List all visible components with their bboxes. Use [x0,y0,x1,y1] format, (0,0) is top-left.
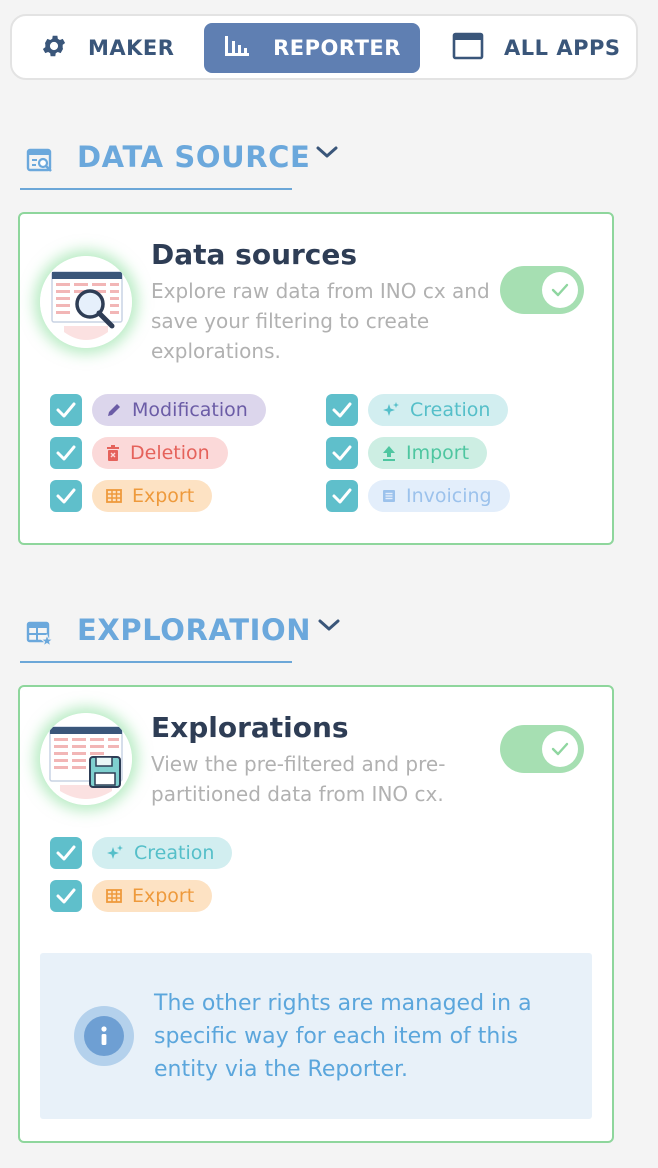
spreadsheet-save-illustration [40,713,132,805]
permission-label: Export [132,885,195,907]
info-message: The other rights are managed in a specif… [154,991,532,1082]
list-icon [383,490,395,502]
checkbox[interactable] [50,480,82,512]
permission-modification: Modification [50,394,266,426]
chevron-down-icon[interactable] [314,142,340,166]
permission-pill: Export [92,880,213,912]
permission-deletion: Deletion [50,437,228,469]
checkbox[interactable] [326,394,358,426]
chevron-down-icon[interactable] [316,615,342,639]
tab-maker[interactable]: MAKER [40,23,210,73]
permission-pill: Creation [92,837,233,869]
data-source-search-icon [26,148,54,178]
permission-pill: Modification [92,394,266,426]
checkbox[interactable] [326,437,358,469]
permission-label: Invoicing [406,485,492,507]
sparkle-icon [383,402,399,416]
checkbox[interactable] [326,480,358,512]
tab-reporter-label: REPORTER [273,36,401,60]
trash-icon [107,445,119,461]
section-header-exploration[interactable]: EXPLORATION [20,605,340,663]
explorations-card: Explorations View the pre-filtered and p… [18,685,614,1143]
permission-pill: Creation [368,394,509,426]
permission-pill: Invoicing [368,480,510,512]
permission-label: Export [132,485,195,507]
table-icon [106,889,122,903]
section-title: EXPLORATION [77,613,312,647]
permission-pill: Deletion [92,437,228,469]
permission-creation: Creation [326,394,509,426]
window-icon [452,32,484,65]
sparkle-icon [107,845,123,859]
check-icon [542,272,578,308]
checkbox[interactable] [50,394,82,426]
upload-icon [383,446,395,461]
table-star-icon [26,621,55,651]
app-switcher-bar: MAKER REPORTER ALL APPS [10,14,638,80]
permission-pill: Import [368,437,488,469]
enable-toggle[interactable] [500,266,584,314]
bar-chart-icon [223,33,251,64]
checkbox[interactable] [50,880,82,912]
pencil-icon [108,404,120,416]
card-description: View the pre-filtered and pre-partitione… [151,752,446,806]
permission-label: Creation [134,842,215,864]
permission-creation: Creation [50,837,233,869]
card-description: Explore raw data from INO cx and save yo… [151,279,490,363]
checkbox[interactable] [50,437,82,469]
info-icon [74,1006,134,1066]
permission-label: Import [406,442,470,464]
permission-pill: Export [92,480,213,512]
permission-label: Deletion [130,442,210,464]
spreadsheet-magnifier-illustration [40,256,132,348]
tab-all-apps[interactable]: ALL APPS [452,23,632,73]
checkbox[interactable] [50,837,82,869]
tab-all-apps-label: ALL APPS [504,36,621,60]
tab-maker-label: MAKER [88,36,175,60]
permission-export: Export [50,480,213,512]
table-icon [106,489,122,503]
tab-reporter[interactable]: REPORTER [204,23,420,73]
permission-import: Import [326,437,488,469]
permission-label: Creation [410,399,491,421]
permission-label: Modification [132,399,248,421]
info-box: The other rights are managed in a specif… [40,953,592,1119]
enable-toggle[interactable] [500,725,584,773]
data-sources-card: Data sources Explore raw data from INO c… [18,212,614,545]
check-icon [542,731,578,767]
card-title: Explorations [151,711,349,744]
section-title: DATA SOURCE [77,140,311,174]
permission-export: Export [50,880,213,912]
card-title: Data sources [151,238,358,271]
gear-icon [40,32,68,65]
permission-invoicing: Invoicing [326,480,510,512]
section-header-data-source[interactable]: DATA SOURCE [20,132,338,190]
